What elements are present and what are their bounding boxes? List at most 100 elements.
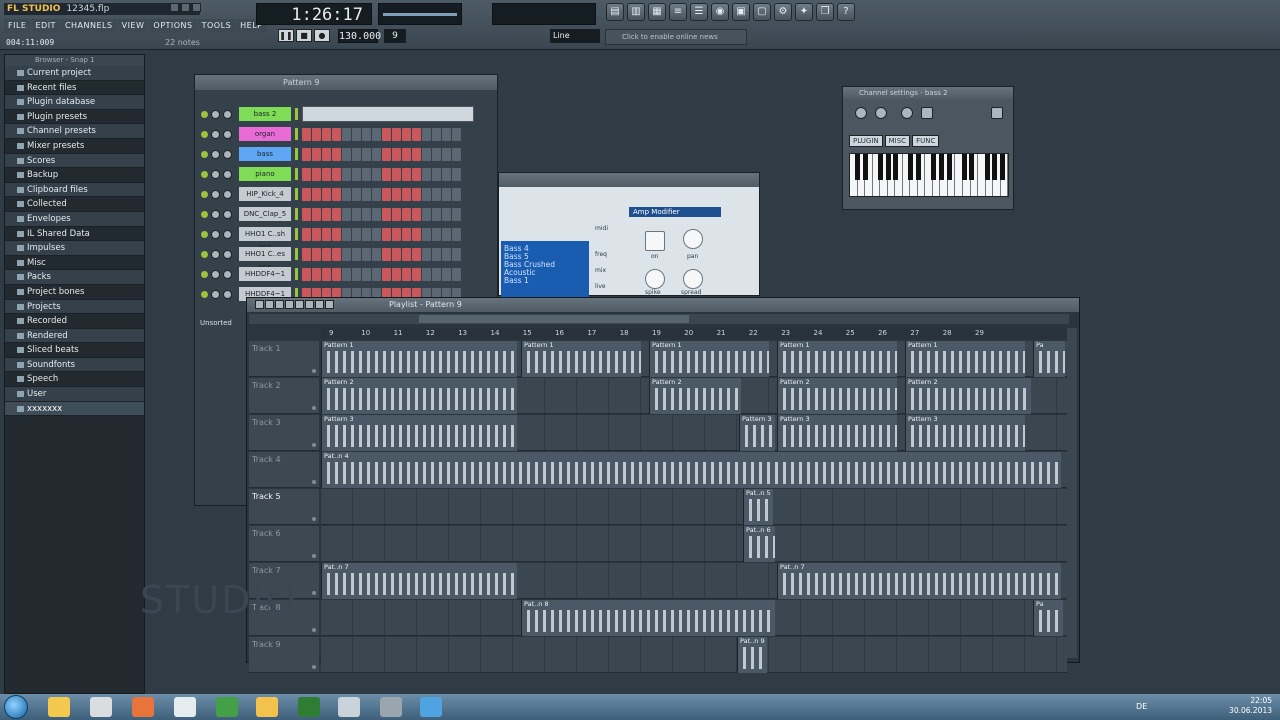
step-button[interactable]: [432, 227, 441, 241]
channel-pan-knob[interactable]: [211, 209, 220, 219]
timeline-ruler[interactable]: 9 10 11 12 13 14 15 16 17 18 19 20 21 22 23 24 25 26 27 28 2…: [321, 328, 1069, 339]
channel-pan-knob[interactable]: [211, 189, 220, 199]
channel-select-marker[interactable]: [295, 108, 298, 120]
track-lane[interactable]: Pat..n 7 Pat..n 7: [321, 563, 1067, 599]
step-button[interactable]: [362, 127, 371, 141]
browser-item[interactable]: Channel presets: [5, 124, 144, 139]
step-button[interactable]: [442, 187, 451, 201]
step-button[interactable]: [402, 227, 411, 241]
step-button[interactable]: [352, 227, 361, 241]
step-button[interactable]: [352, 267, 361, 281]
browser-item[interactable]: Envelopes: [5, 211, 144, 227]
track-header[interactable]: Track 1: [249, 341, 319, 377]
browser-item[interactable]: Plugin database: [5, 95, 144, 110]
start-button-icon[interactable]: [4, 695, 28, 719]
step-button[interactable]: [412, 247, 421, 261]
step-button[interactable]: [312, 207, 321, 221]
channel-name-button[interactable]: HHO1 C..es 005: [239, 247, 291, 272]
channel-name-button[interactable]: piano: [239, 167, 291, 181]
channel-pan-knob[interactable]: [211, 109, 220, 119]
browser-icon[interactable]: ☰: [690, 3, 708, 21]
delete-tool-icon[interactable]: [275, 300, 284, 309]
step-button[interactable]: [402, 127, 411, 141]
step-button[interactable]: [422, 127, 431, 141]
channel-row[interactable]: organ: [201, 125, 461, 143]
step-button[interactable]: [342, 227, 351, 241]
black-key[interactable]: [992, 154, 998, 180]
media-player-icon[interactable]: [90, 697, 112, 717]
step-sequencer-title[interactable]: Pattern 9: [195, 75, 497, 90]
track-dot-icon[interactable]: [312, 665, 316, 669]
step-button[interactable]: [422, 187, 431, 201]
filter-label[interactable]: Unsorted: [200, 319, 232, 327]
pattern-clip[interactable]: Pattern 3: [739, 415, 775, 451]
step-button[interactable]: [422, 207, 431, 221]
browser-item[interactable]: Project bones: [5, 285, 144, 300]
maximize-icon[interactable]: [181, 3, 190, 12]
pattern-clip[interactable]: Pat..n 7: [777, 563, 1061, 599]
channel-select-marker[interactable]: [295, 268, 298, 280]
track-lane[interactable]: Pattern 2Pattern 2Pattern 2Pattern 2Patt…: [321, 378, 1067, 414]
step-button[interactable]: [372, 167, 381, 181]
pattern-clip[interactable]: Pa: [1033, 600, 1063, 636]
step-button[interactable]: [322, 147, 331, 161]
black-key[interactable]: [908, 154, 914, 180]
step-button[interactable]: [432, 247, 441, 261]
step-button[interactable]: [302, 167, 311, 181]
channel-pan-knob[interactable]: [211, 289, 220, 299]
step-button[interactable]: [452, 127, 461, 141]
step-button[interactable]: [452, 227, 461, 241]
step-button[interactable]: [322, 267, 331, 281]
step-button[interactable]: [342, 267, 351, 281]
tool-icon[interactable]: [380, 697, 402, 717]
channel-row[interactable]: HHO1 C..sh 008: [201, 225, 461, 252]
channel-volume-knob[interactable]: [223, 189, 232, 199]
pause-icon[interactable]: ❚❚: [278, 29, 294, 42]
pattern-clip[interactable]: Pattern 1: [905, 341, 1025, 377]
step-button[interactable]: [322, 167, 331, 181]
channel-select-marker[interactable]: [295, 248, 298, 260]
step-button[interactable]: [312, 127, 321, 141]
channel-name-button[interactable]: bass 2: [239, 107, 291, 121]
snap-selector[interactable]: Line: [550, 29, 600, 43]
channel-row[interactable]: HIP_Kick_4: [201, 185, 461, 203]
menu-edit[interactable]: EDIT: [31, 19, 60, 33]
step-button[interactable]: [332, 167, 341, 181]
channel-mute-led[interactable]: [201, 230, 208, 238]
step-button[interactable]: [412, 187, 421, 201]
black-key[interactable]: [984, 154, 990, 180]
channel-select-marker[interactable]: [295, 208, 298, 220]
playlist-icon[interactable]: ▤: [606, 3, 624, 21]
step-button[interactable]: [392, 127, 401, 141]
channel-select-marker[interactable]: [295, 228, 298, 240]
track-lane[interactable]: Pattern 1 Pattern 1 Pattern 1 Pattern 1 Patt…: [321, 341, 1067, 377]
menu-file[interactable]: FILE: [4, 19, 31, 33]
track-dot-icon[interactable]: [312, 554, 316, 558]
step-button[interactable]: [422, 247, 431, 261]
pattern-clip[interactable]: Pattern 3: [905, 415, 1025, 451]
step-button[interactable]: [382, 167, 391, 181]
menu-channels[interactable]: CHANNELS: [60, 19, 117, 33]
browser-item[interactable]: IL Shared Data: [5, 227, 144, 242]
black-key[interactable]: [862, 154, 868, 180]
step-button[interactable]: [402, 207, 411, 221]
step-button[interactable]: [352, 187, 361, 201]
channel-mute-led[interactable]: [201, 210, 208, 218]
browser-item[interactable]: Packs: [5, 270, 144, 285]
step-button[interactable]: [322, 227, 331, 241]
track-header[interactable]: Track 4: [249, 452, 319, 488]
step-button[interactable]: [422, 267, 431, 281]
menu-tools[interactable]: TOOLS: [197, 19, 236, 33]
pan-knob[interactable]: [683, 229, 703, 249]
black-key[interactable]: [961, 154, 967, 180]
spike-knob[interactable]: [645, 269, 665, 289]
channel-name-button[interactable]: DNC_Clap_5: [239, 207, 291, 221]
pattern-clip[interactable]: Pattern 2: [777, 378, 897, 414]
track-dot-icon[interactable]: [312, 369, 316, 373]
browser-item[interactable]: Clipboard files: [5, 182, 144, 198]
menu-options[interactable]: OPTIONS: [149, 19, 197, 33]
channel-volume-knob[interactable]: [223, 129, 232, 139]
step-button[interactable]: [362, 187, 371, 201]
black-key[interactable]: [893, 154, 899, 180]
step-button[interactable]: [342, 247, 351, 261]
